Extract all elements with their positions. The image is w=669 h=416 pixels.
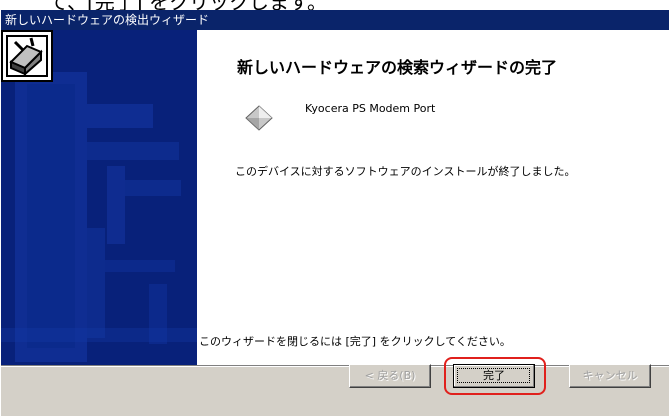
device-name: Kyocera PS Modem Port	[305, 102, 436, 115]
wizard-content: 新しいハードウェアの検索ウィザードの完了 Kyocera PS Modem Po…	[197, 30, 669, 365]
back-button[interactable]: < 戻る(B)	[349, 364, 431, 388]
hardware-wizard-icon	[1, 30, 53, 82]
screenshot-page: て、[完了] をクリックします。 新しいハードウェアの検出ウィザード	[0, 0, 669, 416]
finish-button[interactable]: 完了	[453, 364, 535, 388]
window-titlebar[interactable]: 新しいハードウェアの検出ウィザード	[1, 10, 669, 30]
instruction-caption: て、[完了] をクリックします。	[0, 0, 669, 10]
finish-button-label: 完了	[483, 369, 505, 382]
close-instruction: このウィザードを閉じるには [完了] をクリックしてください。	[199, 335, 511, 348]
install-complete-message: このデバイスに対するソフトウェアのインストールが終了しました。	[235, 165, 576, 178]
cancel-button[interactable]: キャンセル	[569, 364, 651, 388]
wizard-heading: 新しいハードウェアの検索ウィザードの完了	[237, 58, 558, 77]
wizard-side-panel	[1, 30, 197, 365]
wizard-window: 新しいハードウェアの検出ウィザード 新しいハードウェアの検索ウィザードの完了 K…	[0, 10, 669, 416]
modem-device-icon	[245, 105, 273, 131]
window-title: 新しいハードウェアの検出ウィザード	[5, 13, 210, 27]
